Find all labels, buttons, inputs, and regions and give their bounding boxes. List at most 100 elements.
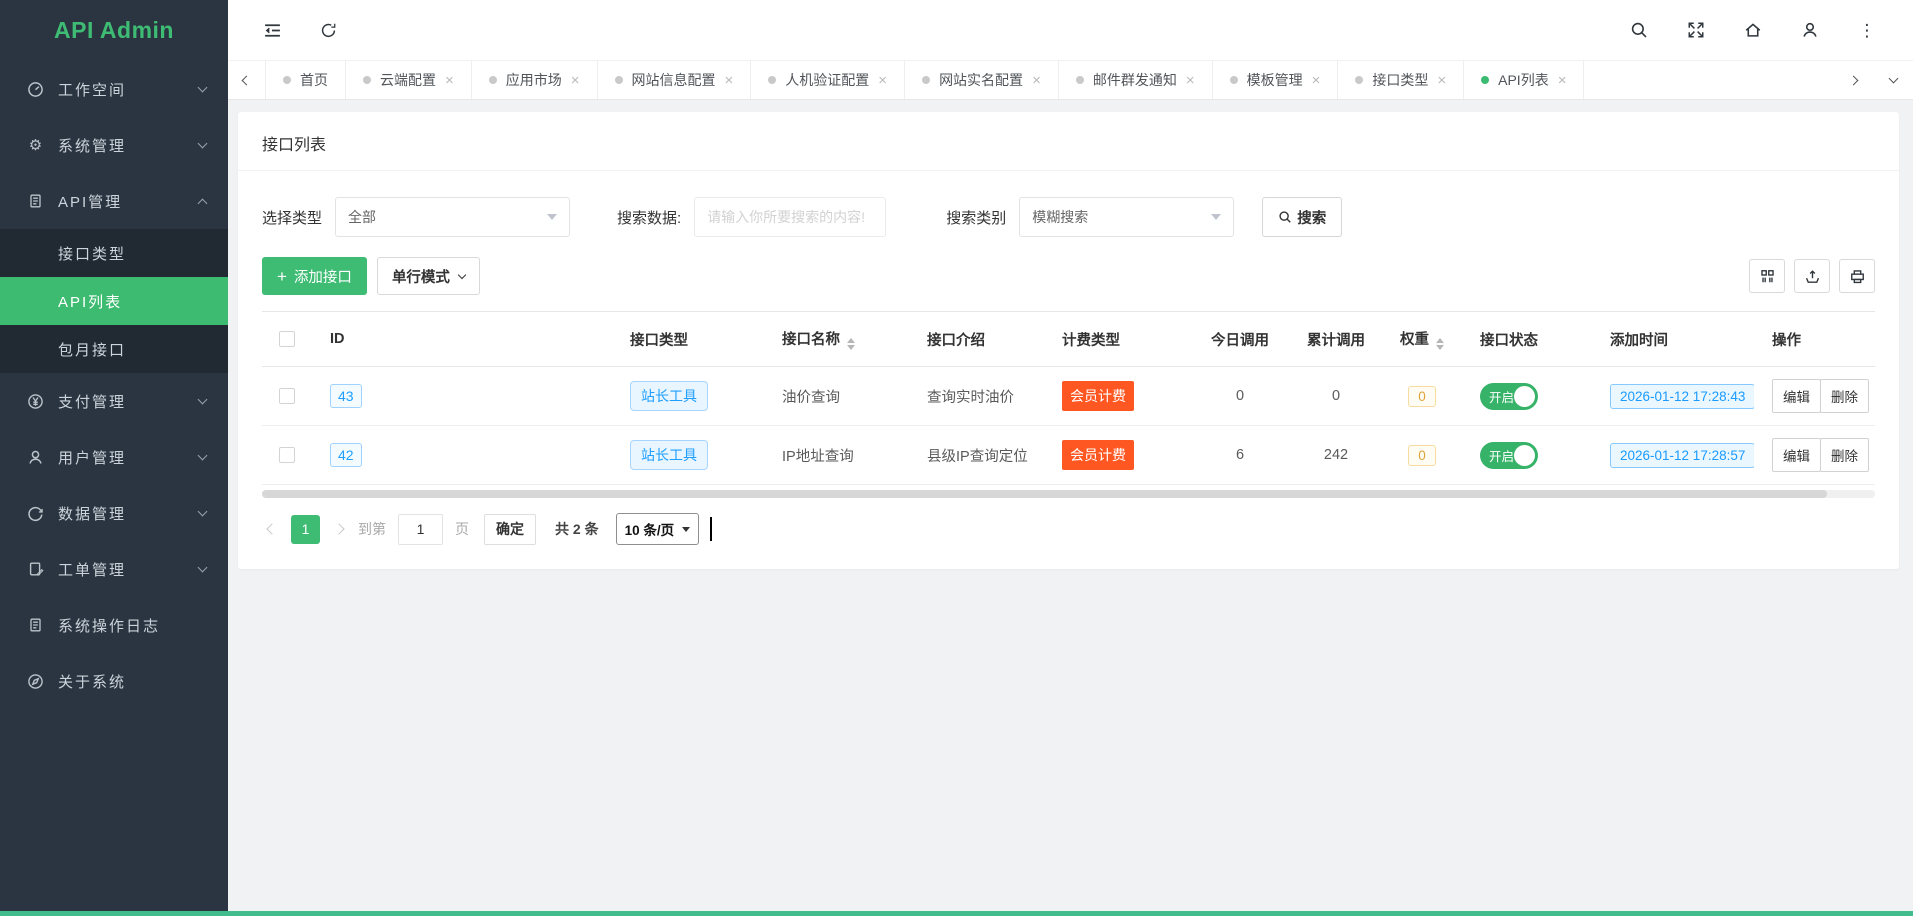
close-icon[interactable]: × xyxy=(571,73,580,88)
tab-site-info[interactable]: 网站信息配置 × xyxy=(598,61,752,99)
edit-button[interactable]: 编辑 xyxy=(1772,379,1821,413)
column-settings-button[interactable] xyxy=(1749,259,1785,293)
search-category-select[interactable]: 模糊搜索 xyxy=(1019,197,1234,237)
close-icon[interactable]: × xyxy=(1312,73,1321,88)
user-icon[interactable] xyxy=(1800,20,1820,40)
row-checkbox[interactable] xyxy=(279,447,295,463)
sort-icon[interactable] xyxy=(1436,338,1444,350)
tab-home[interactable]: 首页 xyxy=(266,61,346,99)
tab-dot xyxy=(768,76,776,84)
tab-captcha-config[interactable]: 人机验证配置 × xyxy=(751,61,905,99)
sidebar-item-syslog[interactable]: 系统操作日志 xyxy=(0,597,228,653)
tab-template-mgmt[interactable]: 模板管理 × xyxy=(1213,61,1339,99)
goto-confirm-button[interactable]: 确定 xyxy=(484,514,536,545)
sidebar-item-users[interactable]: 用户管理 xyxy=(0,429,228,485)
tab-api-type[interactable]: 接口类型 × xyxy=(1338,61,1464,99)
sort-icon[interactable] xyxy=(847,338,855,350)
status-toggle[interactable]: 开启 xyxy=(1480,442,1538,469)
delete-button[interactable]: 删除 xyxy=(1820,379,1869,413)
sidebar-item-payment[interactable]: 支付管理 xyxy=(0,373,228,429)
search-icon[interactable] xyxy=(1629,20,1649,40)
goto-page-input[interactable] xyxy=(398,514,443,545)
more-menu-icon[interactable]: ⋮ xyxy=(1857,20,1877,40)
plus-icon: + xyxy=(277,268,287,285)
table-row: 43 站长工具 油价查询 查询实时油价 会员计费 0 0 0 开启 xyxy=(262,367,1875,426)
search-button[interactable]: 搜索 xyxy=(1262,197,1342,237)
tab-dot xyxy=(363,76,371,84)
close-icon[interactable]: × xyxy=(1186,73,1195,88)
sidebar-item-data[interactable]: 数据管理 xyxy=(0,485,228,541)
sidebar-item-api-type[interactable]: 接口类型 xyxy=(0,229,228,277)
sidebar-item-label: 系统管理 xyxy=(58,135,199,156)
close-icon[interactable]: × xyxy=(1558,73,1567,88)
add-api-button[interactable]: + 添加接口 xyxy=(262,257,367,295)
status-toggle-label: 开启 xyxy=(1489,387,1514,406)
sidebar-item-label: 用户管理 xyxy=(58,447,199,468)
tab-dot xyxy=(283,76,291,84)
sidebar-item-about[interactable]: 关于系统 xyxy=(0,653,228,709)
tab-cloud-config[interactable]: 云端配置 × xyxy=(346,61,472,99)
tab-dot xyxy=(1355,76,1363,84)
tab-realname-config[interactable]: 网站实名配置 × xyxy=(905,61,1059,99)
export-icon xyxy=(1804,268,1821,285)
per-page-select[interactable]: 10 条/页 xyxy=(616,513,700,545)
close-icon[interactable]: × xyxy=(725,73,734,88)
current-page-button[interactable]: 1 xyxy=(291,515,320,544)
tab-label: 首页 xyxy=(300,70,328,90)
col-type: 接口类型 xyxy=(612,312,764,367)
fullscreen-icon[interactable] xyxy=(1686,20,1706,40)
col-name[interactable]: 接口名称 xyxy=(764,312,909,367)
scrollbar-thumb[interactable] xyxy=(262,490,1827,498)
filter-bar: 选择类型 全部 搜索数据: 搜索类别 模糊搜索 搜索 xyxy=(238,171,1899,239)
refresh-icon[interactable] xyxy=(318,20,338,40)
tab-api-list[interactable]: API列表 × xyxy=(1464,61,1584,99)
text-caret xyxy=(710,517,712,541)
next-page-button[interactable] xyxy=(329,525,349,533)
search-data-label: 搜索数据: xyxy=(617,207,681,228)
export-button[interactable] xyxy=(1794,259,1830,293)
tabs-scroll-left-button[interactable] xyxy=(228,61,266,99)
row-mode-button[interactable]: 单行模式 xyxy=(377,257,480,295)
tabs-menu-button[interactable] xyxy=(1873,61,1913,99)
print-button[interactable] xyxy=(1839,259,1875,293)
col-weight[interactable]: 权重 xyxy=(1382,312,1462,367)
sidebar-item-workorder[interactable]: 工单管理 xyxy=(0,541,228,597)
close-icon[interactable]: × xyxy=(1437,73,1446,88)
user-icon xyxy=(27,449,44,466)
header-left-actions xyxy=(262,20,338,40)
sidebar-item-monthly-api[interactable]: 包月接口 xyxy=(0,325,228,373)
sidebar-item-workspace[interactable]: 工作空间 xyxy=(0,61,228,117)
type-filter-label: 选择类型 xyxy=(262,207,322,228)
chevron-down-icon xyxy=(198,507,208,517)
home-icon[interactable] xyxy=(1743,20,1763,40)
page-suffix-label: 页 xyxy=(455,519,469,539)
close-icon[interactable]: × xyxy=(1032,73,1041,88)
close-icon[interactable]: × xyxy=(878,73,887,88)
columns-icon xyxy=(1759,268,1776,285)
tab-label: 人机验证配置 xyxy=(785,70,869,90)
prev-page-button[interactable] xyxy=(262,525,282,533)
search-input[interactable] xyxy=(694,197,886,237)
search-button-label: 搜索 xyxy=(1297,207,1326,228)
table-horizontal-scrollbar[interactable] xyxy=(262,490,1875,498)
status-toggle[interactable]: 开启 xyxy=(1480,383,1538,410)
row-checkbox[interactable] xyxy=(279,388,295,404)
tab-mail-notify[interactable]: 邮件群发通知 × xyxy=(1059,61,1213,99)
sidebar-item-api-list[interactable]: API列表 xyxy=(0,277,228,325)
sidebar-item-label: 数据管理 xyxy=(58,503,199,524)
type-filter-value: 全部 xyxy=(348,207,547,227)
sidebar-item-api[interactable]: API管理 xyxy=(0,173,228,229)
sidebar-item-system[interactable]: ⚙ 系统管理 xyxy=(0,117,228,173)
type-filter-select[interactable]: 全部 xyxy=(335,197,570,237)
tabs-scroll-right-button[interactable] xyxy=(1833,61,1873,99)
search-icon xyxy=(1278,210,1292,224)
top-header: ⋮ xyxy=(228,0,1913,61)
close-icon[interactable]: × xyxy=(445,73,454,88)
tab-dot xyxy=(615,76,623,84)
delete-button[interactable]: 删除 xyxy=(1820,438,1869,472)
tab-app-market[interactable]: 应用市场 × xyxy=(472,61,598,99)
edit-button[interactable]: 编辑 xyxy=(1772,438,1821,472)
collapse-sidebar-icon[interactable] xyxy=(262,20,282,40)
select-all-checkbox[interactable] xyxy=(279,331,295,347)
log-icon xyxy=(27,617,44,634)
